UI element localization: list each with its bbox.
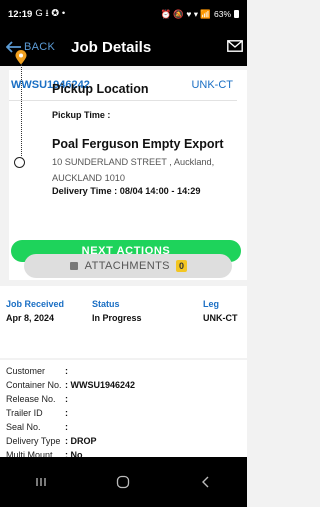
detail-value: : <box>65 408 68 418</box>
detail-value: : DROP <box>65 436 97 446</box>
detail-key: Container No. <box>6 380 62 390</box>
detail-row-seal: Seal No. : <box>6 422 68 432</box>
delivery-time-label: Delivery Time : <box>52 186 120 196</box>
home-button[interactable] <box>103 467 143 497</box>
pickup-time-label: Pickup Time : <box>52 110 111 120</box>
detail-value: : <box>65 366 68 376</box>
system-nav-bar <box>0 457 247 507</box>
detail-row-release: Release No. : <box>6 394 68 404</box>
status-column: Status In Progress <box>92 299 142 323</box>
leg-label: Leg <box>203 299 220 309</box>
battery-icon <box>234 10 239 18</box>
delivery-time: Delivery Time : 08/04 14:00 - 14:29 <box>52 186 200 196</box>
detail-row-customer: Customer : <box>6 366 68 376</box>
delivery-address: 10 SUNDERLAND STREET , Auckland, AUCKLAN… <box>52 157 215 183</box>
recent-apps-button[interactable] <box>21 467 61 497</box>
battery-level: 63% <box>213 9 231 19</box>
detail-row-trailer: Trailer ID : <box>6 408 68 418</box>
detail-key: Delivery Type <box>6 436 61 446</box>
leg-column: Leg UNK-CT <box>203 299 238 323</box>
received-column: Job Received Apr 8, 2024 <box>6 299 64 323</box>
detail-key: Seal No. <box>6 422 41 432</box>
detail-value: : <box>65 394 68 404</box>
status-left-icons: G ⭳ ✪ • <box>35 8 66 19</box>
detail-key: Release No. <box>6 394 56 404</box>
app-bar: BACK Job Details <box>0 28 247 66</box>
back-button[interactable]: BACK <box>6 41 55 53</box>
detail-key: Trailer ID <box>6 408 43 418</box>
delivery-time-value: 08/04 14:00 - 14:29 <box>119 186 201 196</box>
pickup-title: Pickup Location <box>52 82 149 96</box>
route-line <box>21 64 22 156</box>
leg-value: UNK-CT <box>203 313 238 323</box>
page-title: Job Details <box>71 38 152 56</box>
status-value: In Progress <box>92 313 142 323</box>
delivery-name: Poal Ferguson Empty Export <box>52 137 224 151</box>
detail-value: : <box>65 422 68 432</box>
detail-value: : WWSU1946242 <box>65 380 136 390</box>
attachments-label: ATTACHMENTS <box>84 260 170 272</box>
detail-row-container: Container No. : WWSU1946242 <box>6 380 135 390</box>
back-nav-button[interactable] <box>186 467 226 497</box>
job-leg: UNK-CT <box>191 79 233 91</box>
attachments-count-badge: 0 <box>175 260 188 272</box>
job-details-list: Customer : Container No. : WWSU1946242 R… <box>0 360 247 460</box>
detail-row-delivery-type: Delivery Type : DROP <box>6 436 97 446</box>
attachments-button[interactable]: ATTACHMENTS 0 <box>24 254 232 278</box>
destination-circle-icon <box>14 157 25 168</box>
recent-apps-icon <box>36 478 46 486</box>
map-pin-icon <box>15 50 27 65</box>
received-value: Apr 8, 2024 <box>6 313 55 323</box>
chevron-left-icon <box>201 476 209 488</box>
job-summary: Job Received Apr 8, 2024 Status In Progr… <box>0 286 247 358</box>
status-bar: 12:19 G ⭳ ✪ • ⏰ 🔕 ♥ ▾ 📶 63% <box>0 0 247 28</box>
status-time: 12:19 <box>8 8 33 20</box>
received-label: Job Received <box>6 299 65 309</box>
mail-icon[interactable] <box>227 40 243 52</box>
home-icon <box>117 475 130 489</box>
paperclip-icon <box>69 262 78 270</box>
detail-key: Customer <box>6 366 46 376</box>
back-label: BACK <box>24 41 56 53</box>
status-right-icons: ⏰ 🔕 ♥ ▾ 📶 <box>160 8 211 19</box>
status-label: Status <box>92 299 120 309</box>
